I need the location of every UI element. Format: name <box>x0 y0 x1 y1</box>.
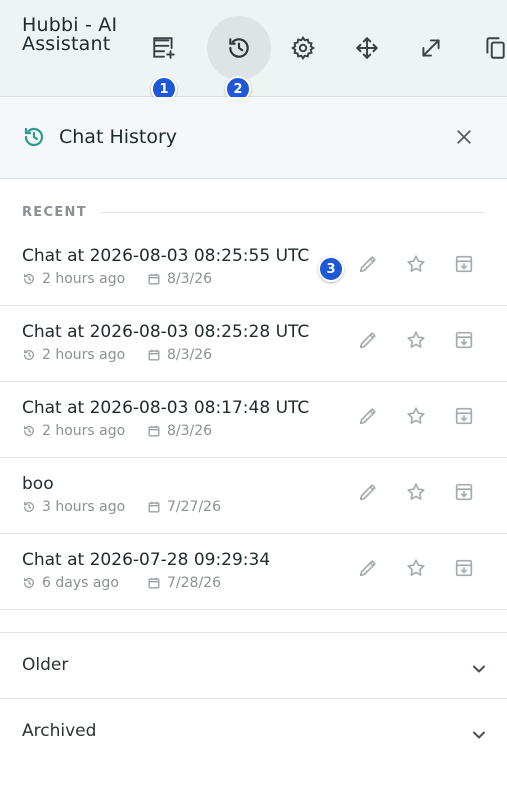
chat-list-item[interactable]: Chat at 2026-07-28 09:29:34 6 days ago 7/2… <box>0 534 507 610</box>
clock-icon <box>23 349 35 360</box>
archive-icon <box>455 331 473 349</box>
history-button[interactable] <box>207 16 271 80</box>
calendar-icon <box>148 577 160 589</box>
chat-date: 7/27/26 <box>147 499 221 515</box>
older-section[interactable]: Older <box>0 632 507 698</box>
top-toolbar: Hubbi - AI Assistant 1 2 <box>0 0 507 102</box>
chat-age: 2 hours ago <box>22 423 125 439</box>
archive-button[interactable] <box>450 326 478 354</box>
chat-age-text: 3 hours ago <box>42 499 126 515</box>
rename-button[interactable] <box>354 478 382 506</box>
history-icon <box>229 38 249 58</box>
chat-date-text: 8/3/26 <box>167 271 213 287</box>
move-icon <box>356 37 378 59</box>
archive-button[interactable] <box>450 478 478 506</box>
rename-button[interactable] <box>354 250 382 278</box>
rename-button[interactable] <box>354 554 382 582</box>
chat-date-text: 8/3/26 <box>167 347 213 363</box>
step-badge-3: 3 <box>318 256 344 282</box>
chat-age: 6 days ago <box>22 575 119 591</box>
chat-history-title: Chat History <box>59 126 178 148</box>
recent-section-label: RECENT <box>22 205 87 220</box>
expand-button[interactable] <box>399 16 463 80</box>
archive-icon <box>455 407 473 425</box>
new-chat-button[interactable] <box>132 16 196 80</box>
archive-icon <box>455 255 473 273</box>
history-icon <box>24 127 44 147</box>
favorite-button[interactable] <box>402 554 430 582</box>
rename-button[interactable] <box>354 326 382 354</box>
gear-icon <box>290 35 316 61</box>
favorite-button[interactable] <box>402 250 430 278</box>
chat-age-text: 6 days ago <box>42 575 119 591</box>
archive-button[interactable] <box>450 250 478 278</box>
archived-label: Archived <box>22 721 97 741</box>
chat-list-item[interactable]: boo 3 hours ago 7/27/26 <box>0 458 507 534</box>
section-divider <box>100 212 486 213</box>
close-button[interactable] <box>450 123 478 151</box>
clock-icon <box>23 577 35 588</box>
expand-icon <box>422 39 440 57</box>
copy-icon <box>486 37 505 59</box>
calendar-icon <box>148 273 160 285</box>
chat-date: 8/3/26 <box>147 423 212 439</box>
calendar-icon <box>148 425 160 437</box>
favorite-button[interactable] <box>402 402 430 430</box>
pencil-icon <box>359 408 376 425</box>
app-title: Hubbi - AI Assistant <box>22 14 118 55</box>
star-icon <box>407 331 425 348</box>
chat-date: 8/3/26 <box>147 271 212 287</box>
star-icon <box>407 483 425 500</box>
pencil-icon <box>359 332 376 349</box>
archive-icon <box>455 483 473 501</box>
archive-button[interactable] <box>450 402 478 430</box>
star-icon <box>407 407 425 424</box>
chat-date: 8/3/26 <box>147 347 212 363</box>
clock-icon <box>23 425 35 436</box>
star-icon <box>407 559 425 576</box>
chat-title: Chat at 2026-08-03 08:25:55 UTC <box>22 246 310 266</box>
calendar-icon <box>148 349 160 361</box>
pencil-icon <box>359 560 376 577</box>
chat-list-item[interactable]: Chat at 2026-08-03 08:25:28 UTC 2 hours a… <box>0 306 507 382</box>
chat-age: 2 hours ago <box>22 347 125 363</box>
chat-history-header: Chat History <box>0 97 507 179</box>
chevron-down-icon <box>473 665 485 673</box>
chevron-down-icon <box>473 731 485 739</box>
chat-age: 2 hours ago <box>22 271 125 287</box>
chat-date-text: 8/3/26 <box>167 423 213 439</box>
copy-button[interactable] <box>463 16 507 80</box>
chat-age-text: 2 hours ago <box>42 423 126 439</box>
settings-button[interactable] <box>271 16 335 80</box>
archived-section[interactable]: Archived <box>0 698 507 764</box>
close-icon <box>457 130 471 144</box>
pencil-icon <box>359 484 376 501</box>
archive-icon <box>455 559 473 577</box>
chat-title: boo <box>22 474 54 494</box>
rename-button[interactable] <box>354 402 382 430</box>
older-label: Older <box>22 655 69 675</box>
star-icon <box>407 255 425 272</box>
chat-list-item[interactable]: Chat at 2026-08-03 08:17:48 UTC 2 hours a… <box>0 382 507 458</box>
new-chat-icon <box>153 37 175 59</box>
chat-title: Chat at 2026-07-28 09:29:34 <box>22 550 271 570</box>
chat-title: Chat at 2026-08-03 08:17:48 UTC <box>22 398 310 418</box>
chat-list-item[interactable]: Chat at 2026-08-03 08:25:55 UTC 2 hours a… <box>0 230 507 306</box>
chat-age-text: 2 hours ago <box>42 347 126 363</box>
favorite-button[interactable] <box>402 478 430 506</box>
chat-date-text: 7/27/26 <box>167 499 221 515</box>
move-button[interactable] <box>335 16 399 80</box>
calendar-icon <box>148 501 160 513</box>
chat-date-text: 7/28/26 <box>167 575 221 591</box>
favorite-button[interactable] <box>402 326 430 354</box>
pencil-icon <box>359 256 376 273</box>
chat-age-text: 2 hours ago <box>42 271 126 287</box>
chat-date: 7/28/26 <box>147 575 221 591</box>
clock-icon <box>23 273 35 284</box>
archive-button[interactable] <box>450 554 478 582</box>
clock-icon <box>23 501 35 512</box>
chat-title: Chat at 2026-08-03 08:25:28 UTC <box>22 322 310 342</box>
chat-age: 3 hours ago <box>22 499 125 515</box>
